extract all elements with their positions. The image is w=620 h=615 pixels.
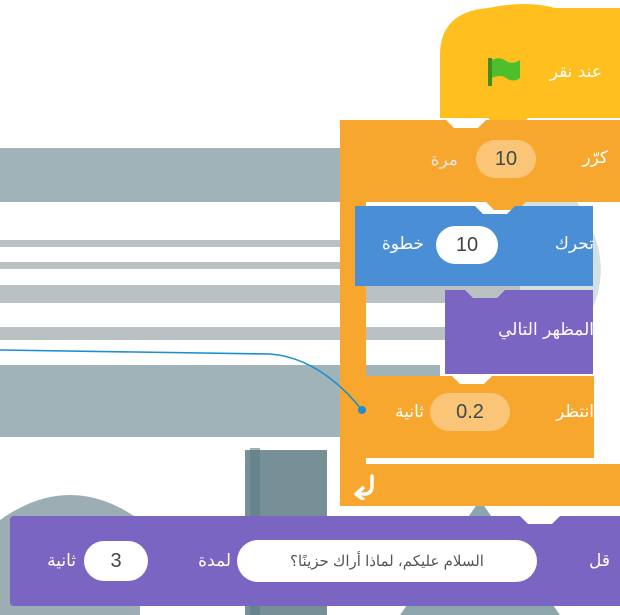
say-message-input[interactable]: السلام عليكم، لماذا أراك حزينًا؟: [237, 540, 537, 582]
move-label: تحرك: [554, 234, 594, 254]
hat-label: عند نقر: [549, 62, 602, 82]
repeat-suffix: مرة: [430, 150, 458, 170]
wait-suffix: ثانية: [395, 402, 424, 422]
green-flag-icon[interactable]: [486, 56, 524, 88]
wait-label: انتظر: [556, 402, 594, 422]
next-costume-label: المظهر التالي: [498, 320, 594, 340]
repeat-count-input[interactable]: 10: [476, 140, 536, 178]
say-suffix: ثانية: [47, 551, 76, 571]
callout-connector-line: [0, 349, 366, 414]
move-suffix: خطوة: [381, 234, 424, 254]
say-label: قل: [588, 551, 610, 571]
say-seconds-input[interactable]: 3: [84, 541, 148, 581]
loop-arrow-icon: [354, 474, 374, 500]
move-steps-input[interactable]: 10: [436, 226, 498, 264]
repeat-label: كرّر: [582, 148, 608, 168]
wait-seconds-input[interactable]: 0.2: [430, 393, 510, 431]
say-for-label: لمدة: [198, 551, 231, 571]
